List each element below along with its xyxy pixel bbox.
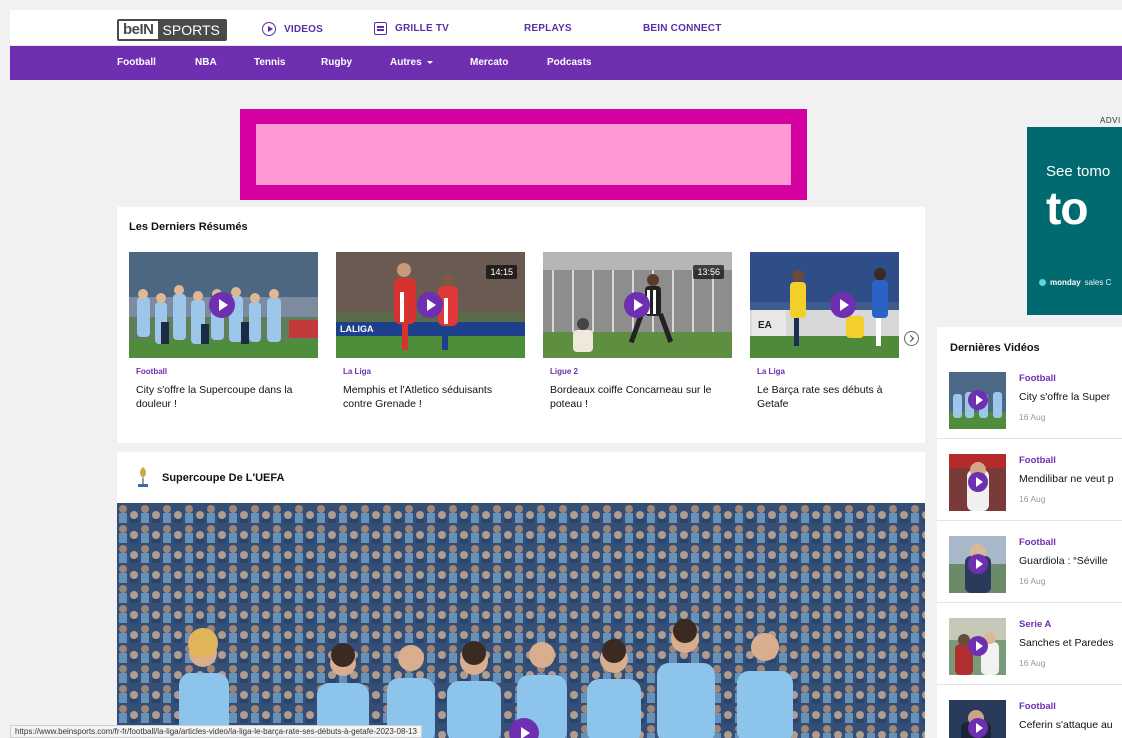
video-duration: 13:56 bbox=[693, 265, 724, 279]
video-list-item[interactable]: Football Ceferin s'attaque au bbox=[937, 685, 1122, 738]
uefa-supercup-logo bbox=[138, 467, 148, 487]
video-thumbnail[interactable] bbox=[949, 454, 1006, 511]
subnav-autres[interactable]: Autres bbox=[390, 57, 433, 68]
video-title[interactable]: City s'offre la Super bbox=[1019, 391, 1110, 403]
tv-guide-icon bbox=[374, 22, 387, 35]
monday-ad[interactable]: See tomo to monday sales C bbox=[1027, 127, 1122, 315]
logo-sports-text: SPORTS bbox=[157, 21, 225, 39]
video-title[interactable]: Sanches et Paredes bbox=[1019, 637, 1114, 649]
video-category[interactable]: Serie A bbox=[1019, 619, 1051, 630]
sports-subnav: Football NBA Tennis Rugby Autres Mercato… bbox=[10, 46, 1122, 80]
play-circle-icon bbox=[262, 22, 276, 36]
supercup-title: Supercoupe De L'UEFA bbox=[162, 472, 285, 484]
carousel-next-button[interactable] bbox=[904, 331, 919, 346]
play-icon[interactable] bbox=[968, 554, 988, 574]
video-date: 16 Aug bbox=[1019, 412, 1046, 422]
summary-card[interactable]: 13:56 Ligue 2 Bordeaux coiffe Concarneau… bbox=[543, 252, 732, 427]
play-icon[interactable] bbox=[968, 718, 988, 738]
latest-summaries-section: Les Derniers Résumés Football City s'off… bbox=[117, 207, 925, 443]
nav-grille-tv[interactable]: GRILLE TV bbox=[374, 22, 449, 35]
summary-thumbnail[interactable]: LALIGA 14:15 bbox=[336, 252, 525, 358]
video-category[interactable]: Football bbox=[1019, 373, 1056, 384]
play-icon[interactable] bbox=[968, 472, 988, 492]
man-city-celebration-photo bbox=[117, 503, 925, 738]
top-header: beIN SPORTS VIDEOS GRILLE TV REPLAYS BEI… bbox=[10, 10, 1122, 46]
ad-line-1: See tomo bbox=[1046, 163, 1111, 180]
subnav-rugby[interactable]: Rugby bbox=[321, 57, 352, 68]
monday-logo-icon bbox=[1039, 279, 1046, 286]
video-list-item[interactable]: Football Guardiola : “Séville 16 Aug bbox=[937, 521, 1122, 603]
summary-category[interactable]: La Liga bbox=[343, 367, 371, 376]
video-category[interactable]: Football bbox=[1019, 455, 1056, 466]
ad-brand: monday sales C bbox=[1039, 278, 1111, 287]
summary-thumbnail[interactable] bbox=[129, 252, 318, 358]
nav-replays[interactable]: REPLAYS bbox=[524, 23, 572, 34]
subnav-tennis[interactable]: Tennis bbox=[254, 57, 285, 68]
video-list-item[interactable]: Serie A Sanches et Paredes 16 Aug bbox=[937, 603, 1122, 685]
ad-line-2: to bbox=[1046, 182, 1088, 234]
logo-bein-text: beIN bbox=[119, 21, 158, 39]
subnav-autres-label: Autres bbox=[390, 57, 422, 68]
summary-title[interactable]: Le Barça rate ses débuts à Getafe bbox=[757, 383, 899, 411]
latest-summaries-title: Les Derniers Résumés bbox=[129, 221, 248, 233]
status-bar-url: https://www.beinsports.com/fr-fr/footbal… bbox=[10, 725, 422, 738]
summary-thumbnail[interactable]: 13:56 bbox=[543, 252, 732, 358]
nav-grille-tv-label: GRILLE TV bbox=[395, 23, 450, 34]
video-title[interactable]: Ceferin s'attaque au bbox=[1019, 719, 1113, 731]
subnav-podcasts[interactable]: Podcasts bbox=[547, 57, 591, 68]
ad-brand-rest: sales C bbox=[1084, 278, 1112, 287]
summary-thumbnail[interactable]: EA bbox=[750, 252, 899, 358]
bein-sports-logo[interactable]: beIN SPORTS bbox=[117, 19, 227, 41]
ad-banner-inner bbox=[256, 124, 791, 185]
play-icon[interactable] bbox=[417, 292, 443, 318]
video-title[interactable]: Guardiola : “Séville bbox=[1019, 555, 1108, 567]
barca-getafe-image: EA bbox=[750, 252, 899, 358]
play-icon[interactable] bbox=[209, 292, 235, 318]
nav-videos-label: VIDEOS bbox=[284, 23, 323, 35]
summary-title[interactable]: Memphis et l'Atletico séduisants contre … bbox=[343, 383, 521, 411]
subnav-mercato[interactable]: Mercato bbox=[470, 57, 508, 68]
supercup-section: Supercoupe De L'UEFA bbox=[117, 452, 925, 738]
svg-text:LALIGA: LALIGA bbox=[340, 324, 374, 334]
video-date: 16 Aug bbox=[1019, 658, 1046, 668]
subnav-football[interactable]: Football bbox=[117, 57, 156, 68]
summary-category[interactable]: Ligue 2 bbox=[550, 367, 578, 376]
nav-bein-connect[interactable]: BEIN CONNECT bbox=[643, 23, 722, 34]
video-list-item[interactable]: Football Mendilibar ne veut p 16 Aug bbox=[937, 439, 1122, 521]
nav-replays-label: REPLAYS bbox=[524, 23, 572, 34]
video-category[interactable]: Football bbox=[1019, 537, 1056, 548]
video-date: 16 Aug bbox=[1019, 494, 1046, 504]
svg-text:EA: EA bbox=[758, 320, 772, 331]
latest-videos-title: Dernières Vidéos bbox=[950, 342, 1040, 354]
summary-category[interactable]: Football bbox=[136, 367, 167, 376]
play-icon[interactable] bbox=[968, 636, 988, 656]
play-icon[interactable] bbox=[968, 390, 988, 410]
video-category[interactable]: Football bbox=[1019, 701, 1056, 712]
subnav-nba[interactable]: NBA bbox=[195, 57, 217, 68]
ad-brand-name: monday bbox=[1050, 278, 1081, 287]
video-duration: 14:15 bbox=[486, 265, 517, 279]
chevron-down-icon bbox=[426, 60, 433, 64]
ad-banner[interactable] bbox=[240, 109, 807, 200]
video-thumbnail[interactable] bbox=[949, 372, 1006, 429]
summary-card[interactable]: LALIGA 14:15 La Liga Memphis et l'Atleti… bbox=[336, 252, 525, 427]
play-icon[interactable] bbox=[624, 292, 650, 318]
video-thumbnail[interactable] bbox=[949, 700, 1006, 738]
video-thumbnail[interactable] bbox=[949, 536, 1006, 593]
video-thumbnail[interactable] bbox=[949, 618, 1006, 675]
summary-category[interactable]: La Liga bbox=[757, 367, 785, 376]
summary-card[interactable]: Football City s'offre la Supercoupe dans… bbox=[129, 252, 318, 427]
supercup-hero-image[interactable] bbox=[117, 503, 925, 738]
video-title[interactable]: Mendilibar ne veut p bbox=[1019, 473, 1114, 485]
play-icon[interactable] bbox=[830, 292, 856, 318]
summary-title[interactable]: Bordeaux coiffe Concarneau sur le poteau… bbox=[550, 383, 728, 411]
nav-videos[interactable]: VIDEOS bbox=[262, 22, 323, 36]
summary-card[interactable]: EA La Liga Le Barça rate ses débuts à Ge… bbox=[750, 252, 899, 427]
video-list-item[interactable]: Football City s'offre la Super 16 Aug bbox=[937, 357, 1122, 439]
nav-bein-connect-label: BEIN CONNECT bbox=[643, 23, 722, 34]
advertisement-label: ADVI bbox=[1100, 116, 1121, 125]
summary-title[interactable]: City s'offre la Supercoupe dans la doule… bbox=[136, 383, 314, 411]
video-date: 16 Aug bbox=[1019, 576, 1046, 586]
latest-videos-sidebar: Dernières Vidéos Football City s'offre l… bbox=[937, 327, 1122, 738]
